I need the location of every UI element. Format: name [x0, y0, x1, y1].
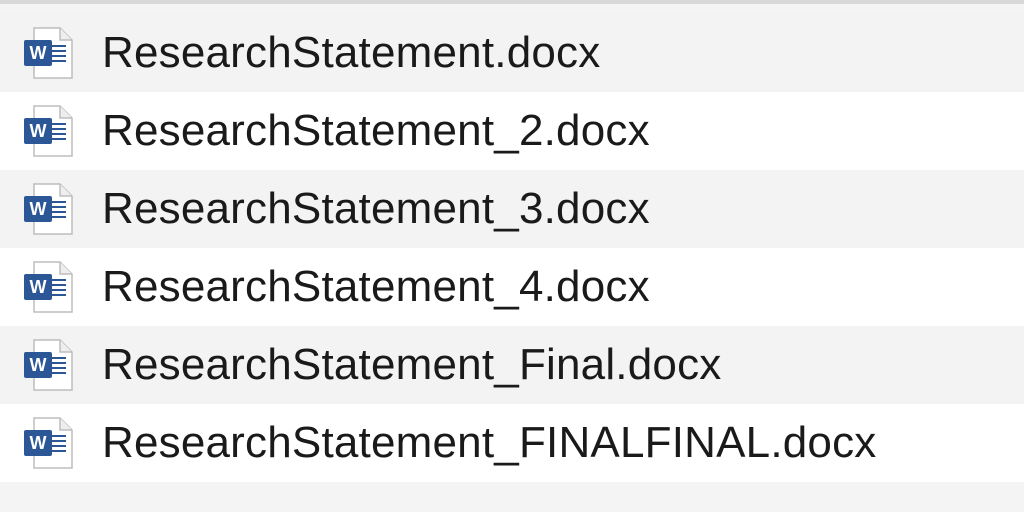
- file-name: ResearchStatement_2.docx: [102, 106, 650, 155]
- file-name: ResearchStatement_3.docx: [102, 184, 650, 233]
- word-document-icon: [20, 414, 78, 472]
- file-row[interactable]: ResearchStatement_Final.docx: [0, 326, 1024, 404]
- word-document-icon: [20, 24, 78, 82]
- file-name: ResearchStatement_Final.docx: [102, 340, 722, 389]
- file-rows: ResearchStatement.docx ResearchStatement…: [0, 14, 1024, 482]
- file-row[interactable]: ResearchStatement_3.docx: [0, 170, 1024, 248]
- file-row[interactable]: ResearchStatement_2.docx: [0, 92, 1024, 170]
- word-document-icon: [20, 258, 78, 316]
- word-document-icon: [20, 336, 78, 394]
- word-document-icon: [20, 102, 78, 160]
- file-row[interactable]: ResearchStatement_FINALFINAL.docx: [0, 404, 1024, 482]
- file-row[interactable]: ResearchStatement_4.docx: [0, 248, 1024, 326]
- word-document-icon: [20, 180, 78, 238]
- file-row[interactable]: ResearchStatement.docx: [0, 14, 1024, 92]
- list-top-border: [0, 0, 1024, 4]
- file-name: ResearchStatement_FINALFINAL.docx: [102, 418, 877, 467]
- file-name: ResearchStatement_4.docx: [102, 262, 650, 311]
- file-name: ResearchStatement.docx: [102, 28, 601, 77]
- file-list: ResearchStatement.docx ResearchStatement…: [0, 0, 1024, 512]
